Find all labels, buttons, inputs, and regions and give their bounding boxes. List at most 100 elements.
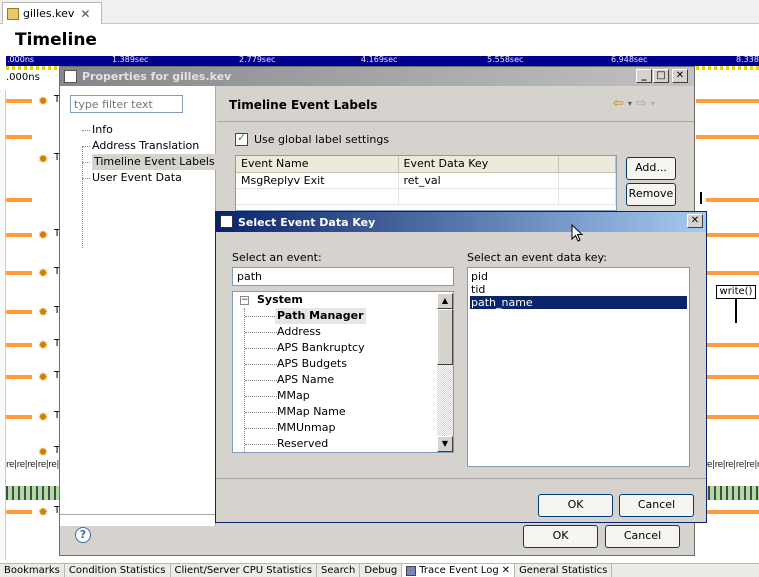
close-icon[interactable]: ✕ bbox=[80, 7, 90, 21]
timeline-bar bbox=[696, 99, 759, 103]
timeline-bar bbox=[706, 510, 759, 514]
file-icon bbox=[7, 7, 19, 20]
select-event-data-key-dialog: Select Event Data Key ✕ Select an event:… bbox=[215, 211, 707, 523]
editor-tabbar: gilles.kev ✕ bbox=[0, 0, 759, 24]
nav-item-timeline-event-labels[interactable]: Timeline Event Labels bbox=[82, 154, 217, 170]
minimize-button[interactable]: _ bbox=[636, 69, 652, 83]
gear-icon: ✹ bbox=[38, 338, 49, 352]
gear-icon: ✹ bbox=[38, 505, 49, 519]
tree-node-system[interactable]: System bbox=[257, 292, 303, 308]
forward-arrow-icon[interactable]: ⇨ bbox=[636, 96, 647, 112]
write-event-label[interactable]: write() bbox=[716, 285, 756, 299]
close-button[interactable]: ✕ bbox=[672, 69, 688, 83]
tab-general-statistics[interactable]: General Statistics bbox=[515, 564, 613, 577]
properties-ok-button[interactable]: OK bbox=[523, 525, 598, 548]
event-tick bbox=[700, 192, 702, 204]
ruler-label: 2.779sec bbox=[239, 55, 276, 64]
maximize-button[interactable]: □ bbox=[653, 69, 669, 83]
timeline-bar bbox=[706, 271, 759, 275]
properties-titlebar[interactable]: Properties for gilles.kev _ □ ✕ bbox=[60, 67, 694, 86]
event-label-table[interactable]: Event Name Event Data Key MsgReplyv Exit… bbox=[235, 155, 617, 211]
tree-connector bbox=[245, 316, 279, 317]
column-header-event-data-key[interactable]: Event Data Key bbox=[398, 156, 559, 173]
gear-icon: ✹ bbox=[38, 445, 49, 459]
event-search-input[interactable] bbox=[232, 267, 454, 286]
scroll-thumb[interactable] bbox=[437, 309, 453, 365]
timeline-bar bbox=[706, 415, 759, 419]
scroll-down-icon[interactable]: ▼ bbox=[437, 436, 453, 452]
tree-connector bbox=[245, 380, 279, 381]
bottom-view-tabs: Bookmarks Condition Statistics Client/Se… bbox=[0, 563, 759, 577]
add-button[interactable]: Add... bbox=[626, 157, 676, 180]
select-key-label: Select an event data key: bbox=[467, 251, 607, 264]
chevron-down-icon[interactable]: ▾ bbox=[651, 96, 655, 112]
select-ok-button[interactable]: OK bbox=[538, 494, 613, 517]
page-navigation: ⇦ ▾ ⇨ ▾ bbox=[613, 96, 655, 112]
tree-node[interactable]: APS Budgets bbox=[277, 356, 347, 372]
timeline-bar bbox=[6, 99, 32, 103]
properties-nav-panel: Info Address Translation Timeline Event … bbox=[60, 86, 217, 526]
use-global-labels-checkbox[interactable] bbox=[235, 131, 248, 146]
nav-item-address-translation[interactable]: Address Translation bbox=[81, 138, 199, 154]
remove-button[interactable]: Remove bbox=[626, 183, 676, 206]
list-item-selected[interactable]: path_name bbox=[470, 296, 687, 309]
list-item[interactable]: tid bbox=[470, 283, 687, 296]
table-row[interactable]: MsgReplyv Exit ret_val bbox=[236, 172, 616, 189]
event-label-text: re|re|re|re|re|re bbox=[6, 460, 67, 470]
close-button[interactable]: ✕ bbox=[687, 214, 703, 228]
tree-node[interactable]: Reserved bbox=[277, 436, 328, 452]
data-key-list[interactable]: pid tid path_name bbox=[467, 267, 690, 467]
nav-item-info[interactable]: Info bbox=[82, 122, 113, 138]
tab-client-server-cpu-statistics[interactable]: Client/Server CPU Statistics bbox=[171, 564, 318, 577]
back-arrow-icon[interactable]: ⇦ bbox=[613, 96, 624, 112]
timeline-bar bbox=[706, 198, 759, 202]
time-ruler[interactable]: .000ns 1.389sec 2.779sec 4.169sec 5.558s… bbox=[6, 55, 759, 66]
properties-cancel-button[interactable]: Cancel bbox=[605, 525, 680, 548]
tree-node[interactable]: MMUnmap bbox=[277, 420, 335, 436]
tree-node[interactable]: Address bbox=[277, 324, 321, 340]
help-icon[interactable]: ? bbox=[75, 527, 91, 543]
trace-log-icon bbox=[406, 566, 417, 576]
event-tree[interactable]: − System Path Manager Address APS Bankru… bbox=[232, 291, 454, 453]
tab-label: Trace Event Log bbox=[419, 565, 499, 576]
gear-icon: ✹ bbox=[38, 228, 49, 242]
gear-icon: ✹ bbox=[38, 266, 49, 280]
timeline-bar bbox=[706, 233, 759, 237]
select-dialog-titlebar[interactable]: Select Event Data Key ✕ bbox=[216, 212, 706, 232]
close-icon[interactable]: ✕ bbox=[502, 565, 510, 577]
tree-node-path-manager[interactable]: Path Manager bbox=[275, 308, 366, 324]
tab-bookmarks[interactable]: Bookmarks bbox=[0, 564, 65, 577]
tree-node[interactable]: APS Bankruptcy bbox=[277, 340, 365, 356]
ruler-label: 8.338 bbox=[736, 55, 759, 64]
vertical-scrollbar[interactable]: ▲ ▼ bbox=[437, 293, 453, 452]
editor-tab-label: gilles.kev bbox=[23, 7, 75, 20]
column-header-event-name[interactable]: Event Name bbox=[236, 156, 399, 173]
list-item[interactable]: pid bbox=[470, 270, 687, 283]
table-cell: ret_val bbox=[398, 172, 559, 189]
tree-node[interactable]: APS Name bbox=[277, 372, 334, 388]
timeline-bar bbox=[6, 343, 32, 347]
ruler-label: 5.558sec bbox=[487, 55, 524, 64]
tree-connector bbox=[245, 428, 279, 429]
nav-item-user-event-data[interactable]: User Event Data bbox=[82, 170, 182, 186]
tab-condition-statistics[interactable]: Condition Statistics bbox=[65, 564, 171, 577]
column-header-empty[interactable] bbox=[558, 156, 616, 173]
editor-tab-gilles[interactable]: gilles.kev ✕ bbox=[2, 2, 102, 24]
timeline-bar bbox=[696, 135, 759, 139]
timeline-bar bbox=[6, 310, 32, 314]
ruler-label: 6.948sec bbox=[611, 55, 648, 64]
dialog-icon bbox=[220, 215, 233, 228]
tab-trace-event-log[interactable]: Trace Event Log ✕ bbox=[402, 564, 516, 577]
scroll-up-icon[interactable]: ▲ bbox=[437, 293, 453, 309]
collapse-icon[interactable]: − bbox=[240, 296, 249, 305]
tree-connector bbox=[245, 444, 279, 445]
chevron-down-icon[interactable]: ▾ bbox=[628, 96, 632, 112]
table-row[interactable] bbox=[236, 188, 616, 205]
filter-input[interactable] bbox=[70, 95, 183, 113]
select-cancel-button[interactable]: Cancel bbox=[619, 494, 694, 517]
tab-search[interactable]: Search bbox=[317, 564, 361, 577]
tree-node[interactable]: MMap bbox=[277, 388, 310, 404]
use-global-labels-row[interactable]: Use global label settings bbox=[235, 131, 389, 146]
tab-debug[interactable]: Debug bbox=[360, 564, 403, 577]
tree-node[interactable]: MMap Name bbox=[277, 404, 346, 420]
